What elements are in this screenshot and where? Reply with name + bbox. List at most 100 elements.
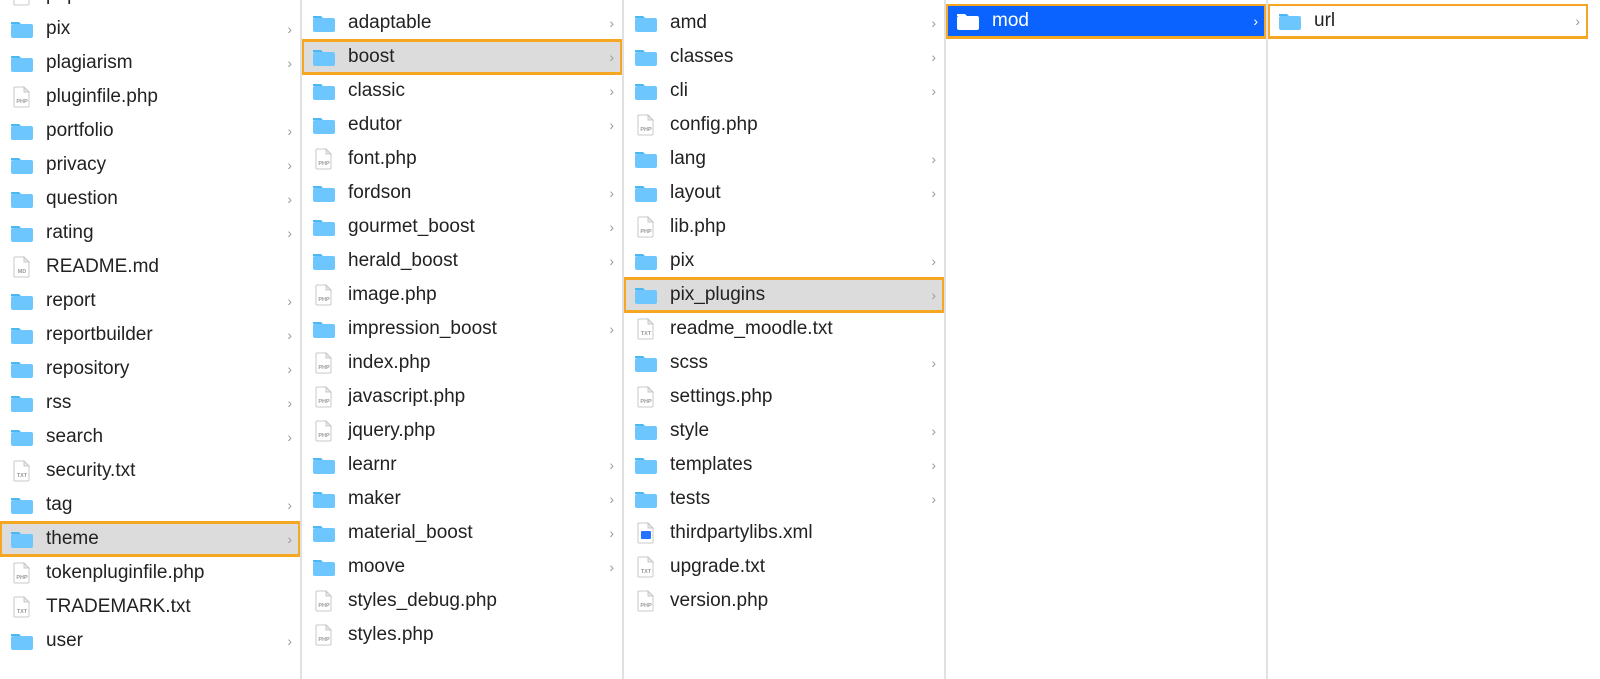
list-item[interactable]: moove› (302, 550, 622, 584)
folder-icon (10, 221, 34, 245)
list-item[interactable]: layout› (624, 176, 944, 210)
list-item[interactable]: lang› (624, 142, 944, 176)
chevron-right-icon: › (600, 219, 614, 235)
list-item[interactable]: MD README.md (0, 250, 300, 284)
item-label: portfolio (46, 120, 278, 142)
list-item[interactable]: PHP settings.php (624, 380, 944, 414)
chevron-right-icon: › (600, 15, 614, 31)
svg-text:PHP: PHP (318, 365, 330, 371)
item-label: maker (348, 488, 600, 510)
list-item[interactable]: PHP lib.php (624, 210, 944, 244)
list-item[interactable]: maker› (302, 482, 622, 516)
column-2-list: amd› classes› cli› PHP config.php lang› … (624, 6, 944, 679)
chevron-right-icon: › (922, 151, 936, 167)
list-item[interactable]: report› (0, 284, 300, 318)
file-icon (634, 521, 658, 545)
list-item[interactable]: style› (624, 414, 944, 448)
list-item[interactable]: material_boost› (302, 516, 622, 550)
chevron-right-icon: › (922, 287, 936, 303)
list-item[interactable]: plagiarism› (0, 46, 300, 80)
list-item[interactable]: question› (0, 182, 300, 216)
chevron-right-icon: › (278, 327, 292, 343)
list-item[interactable]: thirdpartylibs.xml (624, 516, 944, 550)
item-label: fordson (348, 182, 600, 204)
list-item[interactable]: mod› (946, 4, 1266, 38)
folder-icon (10, 153, 34, 177)
folder-icon (312, 317, 336, 341)
item-label: readme_moodle.txt (670, 318, 922, 340)
list-item[interactable]: tests› (624, 482, 944, 516)
list-item[interactable]: boost› (302, 40, 622, 74)
item-label: settings.php (670, 386, 922, 408)
svg-text:TXT: TXT (17, 609, 28, 615)
chevron-right-icon: › (278, 395, 292, 411)
chevron-right-icon: › (600, 185, 614, 201)
list-item[interactable]: rss› (0, 386, 300, 420)
list-item[interactable]: pix› (624, 244, 944, 278)
list-item[interactable]: PHP jquery.php (302, 414, 622, 448)
list-item[interactable]: learnr› (302, 448, 622, 482)
list-item[interactable]: herald_boost› (302, 244, 622, 278)
list-item[interactable]: PHP font.php (302, 142, 622, 176)
list-item[interactable]: portfolio› (0, 114, 300, 148)
list-item[interactable]: pix› (0, 12, 300, 46)
item-label: version.php (670, 590, 922, 612)
list-item[interactable]: tag› (0, 488, 300, 522)
list-item[interactable]: TXT readme_moodle.txt (624, 312, 944, 346)
list-item[interactable]: PHP tokenpluginfile.php (0, 556, 300, 590)
list-item[interactable]: gourmet_boost› (302, 210, 622, 244)
column-0: phpunit.xml.dist pix› plagiarism› PHP pl… (0, 0, 300, 679)
list-item[interactable]: theme› (0, 522, 300, 556)
item-label: learnr (348, 454, 600, 476)
list-item[interactable]: pix_plugins› (624, 278, 944, 312)
item-label: layout (670, 182, 922, 204)
column-4-list: url› (1268, 4, 1588, 679)
list-item[interactable]: fordson› (302, 176, 622, 210)
chevron-right-icon: › (278, 429, 292, 445)
list-item[interactable]: templates› (624, 448, 944, 482)
item-label: plagiarism (46, 52, 278, 74)
list-item[interactable]: PHP config.php (624, 108, 944, 142)
list-item[interactable]: PHP javascript.php (302, 380, 622, 414)
finder-column-view: phpunit.xml.dist pix› plagiarism› PHP pl… (0, 0, 1600, 679)
list-item[interactable]: classes› (624, 40, 944, 74)
list-item[interactable]: search› (0, 420, 300, 454)
item-label: amd (670, 12, 922, 34)
list-item[interactable]: adaptable› (302, 6, 622, 40)
list-item[interactable]: reportbuilder› (0, 318, 300, 352)
list-item[interactable]: PHP index.php (302, 346, 622, 380)
item-label: style (670, 420, 922, 442)
folder-icon (10, 391, 34, 415)
list-item[interactable]: TXT upgrade.txt (624, 550, 944, 584)
chevron-right-icon: › (922, 491, 936, 507)
list-item[interactable]: edutor› (302, 108, 622, 142)
list-item[interactable]: user› (0, 624, 300, 658)
chevron-right-icon: › (922, 355, 936, 371)
list-item[interactable]: classic› (302, 74, 622, 108)
file-icon: PHP (634, 215, 658, 239)
file-icon: TXT (10, 595, 34, 619)
list-item[interactable]: url› (1268, 4, 1588, 38)
list-item[interactable]: impression_boost› (302, 312, 622, 346)
list-item[interactable]: repository› (0, 352, 300, 386)
list-item[interactable]: scss› (624, 346, 944, 380)
item-label: theme (46, 528, 278, 550)
list-item[interactable]: PHP styles.php (302, 618, 622, 652)
list-item[interactable]: phpunit.xml.dist (0, 0, 300, 12)
column-2: amd› classes› cli› PHP config.php lang› … (624, 0, 944, 679)
folder-icon (10, 629, 34, 653)
list-item[interactable]: PHP pluginfile.php (0, 80, 300, 114)
folder-icon (10, 527, 34, 551)
list-item[interactable]: TXT security.txt (0, 454, 300, 488)
list-item[interactable]: PHP styles_debug.php (302, 584, 622, 618)
list-item[interactable]: privacy› (0, 148, 300, 182)
list-item[interactable]: TXT TRADEMARK.txt (0, 590, 300, 624)
list-item[interactable]: rating› (0, 216, 300, 250)
list-item[interactable]: PHP version.php (624, 584, 944, 618)
item-label: lib.php (670, 216, 922, 238)
file-icon: PHP (634, 385, 658, 409)
list-item[interactable]: cli› (624, 74, 944, 108)
list-item[interactable]: amd› (624, 6, 944, 40)
list-item[interactable]: PHP image.php (302, 278, 622, 312)
item-label: phpunit.xml.dist (46, 0, 278, 6)
